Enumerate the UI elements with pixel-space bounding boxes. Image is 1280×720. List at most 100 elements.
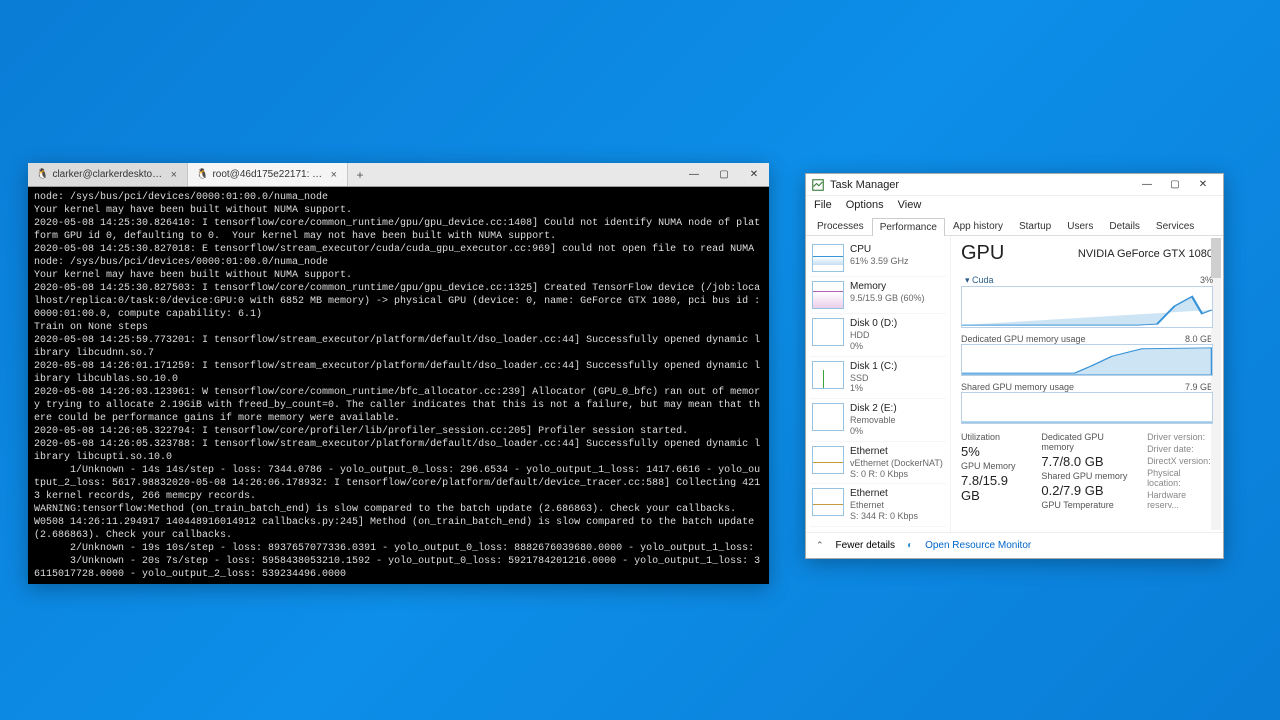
close-button[interactable]: ✕ bbox=[1189, 175, 1217, 195]
open-resource-monitor-link[interactable]: Open Resource Monitor bbox=[925, 540, 1031, 551]
sidebar-item-sub: Ethernet bbox=[850, 500, 918, 511]
window-controls: — ▢ ✕ bbox=[679, 163, 769, 186]
terminal-tab-title: root@46d175e22171: /mnt/c/U... bbox=[212, 169, 324, 180]
new-tab-button[interactable]: + bbox=[348, 163, 372, 186]
menu-view[interactable]: View bbox=[898, 199, 922, 211]
shared-memory-chart[interactable] bbox=[961, 392, 1213, 424]
tab-services[interactable]: Services bbox=[1148, 217, 1202, 235]
menubar: File Options View bbox=[806, 196, 1223, 214]
ethernet-sparkline-icon bbox=[812, 488, 844, 516]
directx-version-label: DirectX version: bbox=[1147, 456, 1213, 466]
hw-reserved-label: Hardware reserv... bbox=[1147, 490, 1213, 510]
ded-value: 7.7/8.0 GB bbox=[1041, 454, 1129, 469]
sidebar-item-sub: 9.5/15.9 GB (60%) bbox=[850, 293, 925, 304]
sidebar-item-ethernet[interactable]: Ethernet Ethernet S: 344 R: 0 Kbps bbox=[810, 484, 946, 527]
tab-performance[interactable]: Performance bbox=[872, 218, 945, 236]
gpu-metrics: Utilization 5% GPU Memory 7.8/15.9 GB De… bbox=[961, 432, 1213, 510]
util-label: Utilization bbox=[961, 432, 1023, 442]
tab-processes[interactable]: Processes bbox=[809, 217, 872, 235]
sidebar-item-label: Memory bbox=[850, 281, 925, 293]
tab-startup[interactable]: Startup bbox=[1011, 217, 1059, 235]
sidebar-item-disk0[interactable]: Disk 0 (D:) HDD 0% bbox=[810, 314, 946, 357]
sidebar-item-sub2: 1% bbox=[850, 383, 897, 394]
terminal-tab-title: clarker@clarkerdesktop: /mnt/c... bbox=[52, 169, 164, 180]
tab-users[interactable]: Users bbox=[1059, 217, 1101, 235]
sidebar-item-label: Ethernet bbox=[850, 488, 918, 500]
gmem-label: GPU Memory bbox=[961, 461, 1023, 471]
minimize-button[interactable]: — bbox=[1133, 175, 1161, 195]
maximize-button[interactable]: ▢ bbox=[709, 163, 739, 186]
shared-label: Shared GPU memory usage bbox=[961, 382, 1074, 392]
menu-options[interactable]: Options bbox=[846, 199, 884, 211]
terminal-window: 🐧 clarker@clarkerdesktop: /mnt/c... × 🐧 … bbox=[28, 163, 769, 584]
sidebar-item-disk1[interactable]: Disk 1 (C:) SSD 1% bbox=[810, 357, 946, 400]
window-controls: — ▢ ✕ bbox=[1133, 175, 1217, 195]
terminal-output[interactable]: node: /sys/bus/pci/devices/0000:01:00.0/… bbox=[28, 187, 769, 584]
terminal-tab-1[interactable]: 🐧 clarker@clarkerdesktop: /mnt/c... × bbox=[28, 163, 188, 186]
sidebar-item-label: Disk 1 (C:) bbox=[850, 361, 897, 373]
sidebar-item-sub: Removable bbox=[850, 415, 897, 426]
resource-sidebar[interactable]: CPU 61% 3.59 GHz Memory 9.5/15.9 GB (60%… bbox=[806, 236, 951, 532]
shared-cap: 7.9 GB bbox=[1185, 382, 1213, 392]
sidebar-item-sub2: 0% bbox=[850, 426, 897, 437]
driver-version-label: Driver version: bbox=[1147, 432, 1213, 442]
cuda-pct: 3% bbox=[1200, 275, 1213, 286]
resource-monitor-icon: ◐ bbox=[907, 540, 913, 551]
task-manager-icon bbox=[812, 179, 824, 191]
tux-icon: 🐧 bbox=[196, 169, 208, 180]
dedicated-label: Dedicated GPU memory usage bbox=[961, 334, 1086, 344]
sidebar-item-sub2: S: 344 R: 0 Kbps bbox=[850, 511, 918, 522]
ded-label: Dedicated GPU memory bbox=[1041, 432, 1129, 452]
sidebar-item-sub: vEthernet (DockerNAT) bbox=[850, 458, 943, 469]
driver-date-label: Driver date: bbox=[1147, 444, 1213, 454]
disk-sparkline-icon bbox=[812, 318, 844, 346]
gpu-name: NVIDIA GeForce GTX 1080 bbox=[1078, 248, 1213, 260]
memory-sparkline-icon bbox=[812, 281, 844, 309]
sidebar-item-sub2: S: 0 R: 0 Kbps bbox=[850, 469, 943, 480]
sidebar-item-cpu[interactable]: CPU 61% 3.59 GHz bbox=[810, 240, 946, 277]
sidebar-item-label: Ethernet bbox=[850, 446, 943, 458]
sidebar-item-memory[interactable]: Memory 9.5/15.9 GB (60%) bbox=[810, 277, 946, 314]
fewer-details-link[interactable]: Fewer details bbox=[836, 540, 895, 551]
gmem-value: 7.8/15.9 GB bbox=[961, 473, 1023, 503]
cpu-sparkline-icon bbox=[812, 244, 844, 272]
disk-sparkline-icon bbox=[812, 361, 844, 389]
menu-file[interactable]: File bbox=[814, 199, 832, 211]
close-icon[interactable]: × bbox=[329, 169, 339, 181]
sidebar-item-disk2[interactable]: Disk 2 (E:) Removable 0% bbox=[810, 399, 946, 442]
cuda-label[interactable]: Cuda bbox=[972, 275, 994, 285]
sidebar-item-ethernet-docker[interactable]: Ethernet vEthernet (DockerNAT) S: 0 R: 0… bbox=[810, 442, 946, 485]
sidebar-item-sub: HDD bbox=[850, 330, 897, 341]
close-button[interactable]: ✕ bbox=[739, 163, 769, 186]
terminal-tabstrip: 🐧 clarker@clarkerdesktop: /mnt/c... × 🐧 … bbox=[28, 163, 769, 187]
chevron-up-icon[interactable]: ⌃ bbox=[816, 540, 824, 551]
physical-location-label: Physical location: bbox=[1147, 468, 1213, 488]
dedicated-memory-chart[interactable] bbox=[961, 344, 1213, 376]
shr-label: Shared GPU memory bbox=[1041, 471, 1129, 481]
sidebar-item-label: CPU bbox=[850, 244, 909, 256]
tab-app-history[interactable]: App history bbox=[945, 217, 1011, 235]
sidebar-item-sub2: 0% bbox=[850, 341, 897, 352]
cuda-chart[interactable] bbox=[961, 286, 1213, 328]
terminal-tab-2[interactable]: 🐧 root@46d175e22171: /mnt/c/U... × bbox=[188, 163, 348, 186]
sidebar-item-label: Disk 2 (E:) bbox=[850, 403, 897, 415]
sidebar-item-sub: 61% 3.59 GHz bbox=[850, 256, 909, 267]
minimize-button[interactable]: — bbox=[679, 163, 709, 186]
tabstrip: Processes Performance App history Startu… bbox=[806, 214, 1223, 236]
close-icon[interactable]: × bbox=[169, 169, 179, 181]
sidebar-item-label: Disk 0 (D:) bbox=[850, 318, 897, 330]
performance-body: CPU 61% 3.59 GHz Memory 9.5/15.9 GB (60%… bbox=[806, 236, 1223, 532]
titlebar[interactable]: Task Manager — ▢ ✕ bbox=[806, 174, 1223, 196]
ethernet-sparkline-icon bbox=[812, 446, 844, 474]
maximize-button[interactable]: ▢ bbox=[1161, 175, 1189, 195]
tab-details[interactable]: Details bbox=[1101, 217, 1148, 235]
sidebar-item-sub: SSD bbox=[850, 373, 897, 384]
gpu-detail-pane: GPU NVIDIA GeForce GTX 1080 ▾ Cuda 3% De… bbox=[951, 236, 1223, 532]
task-manager-footer: ⌃ Fewer details ◐ Open Resource Monitor bbox=[806, 532, 1223, 558]
dedicated-cap: 8.0 GB bbox=[1185, 334, 1213, 344]
util-value: 5% bbox=[961, 444, 1023, 459]
tux-icon: 🐧 bbox=[36, 169, 48, 180]
window-title: Task Manager bbox=[830, 179, 1133, 191]
task-manager-window: Task Manager — ▢ ✕ File Options View Pro… bbox=[805, 173, 1224, 559]
gtemp-label: GPU Temperature bbox=[1041, 500, 1129, 510]
